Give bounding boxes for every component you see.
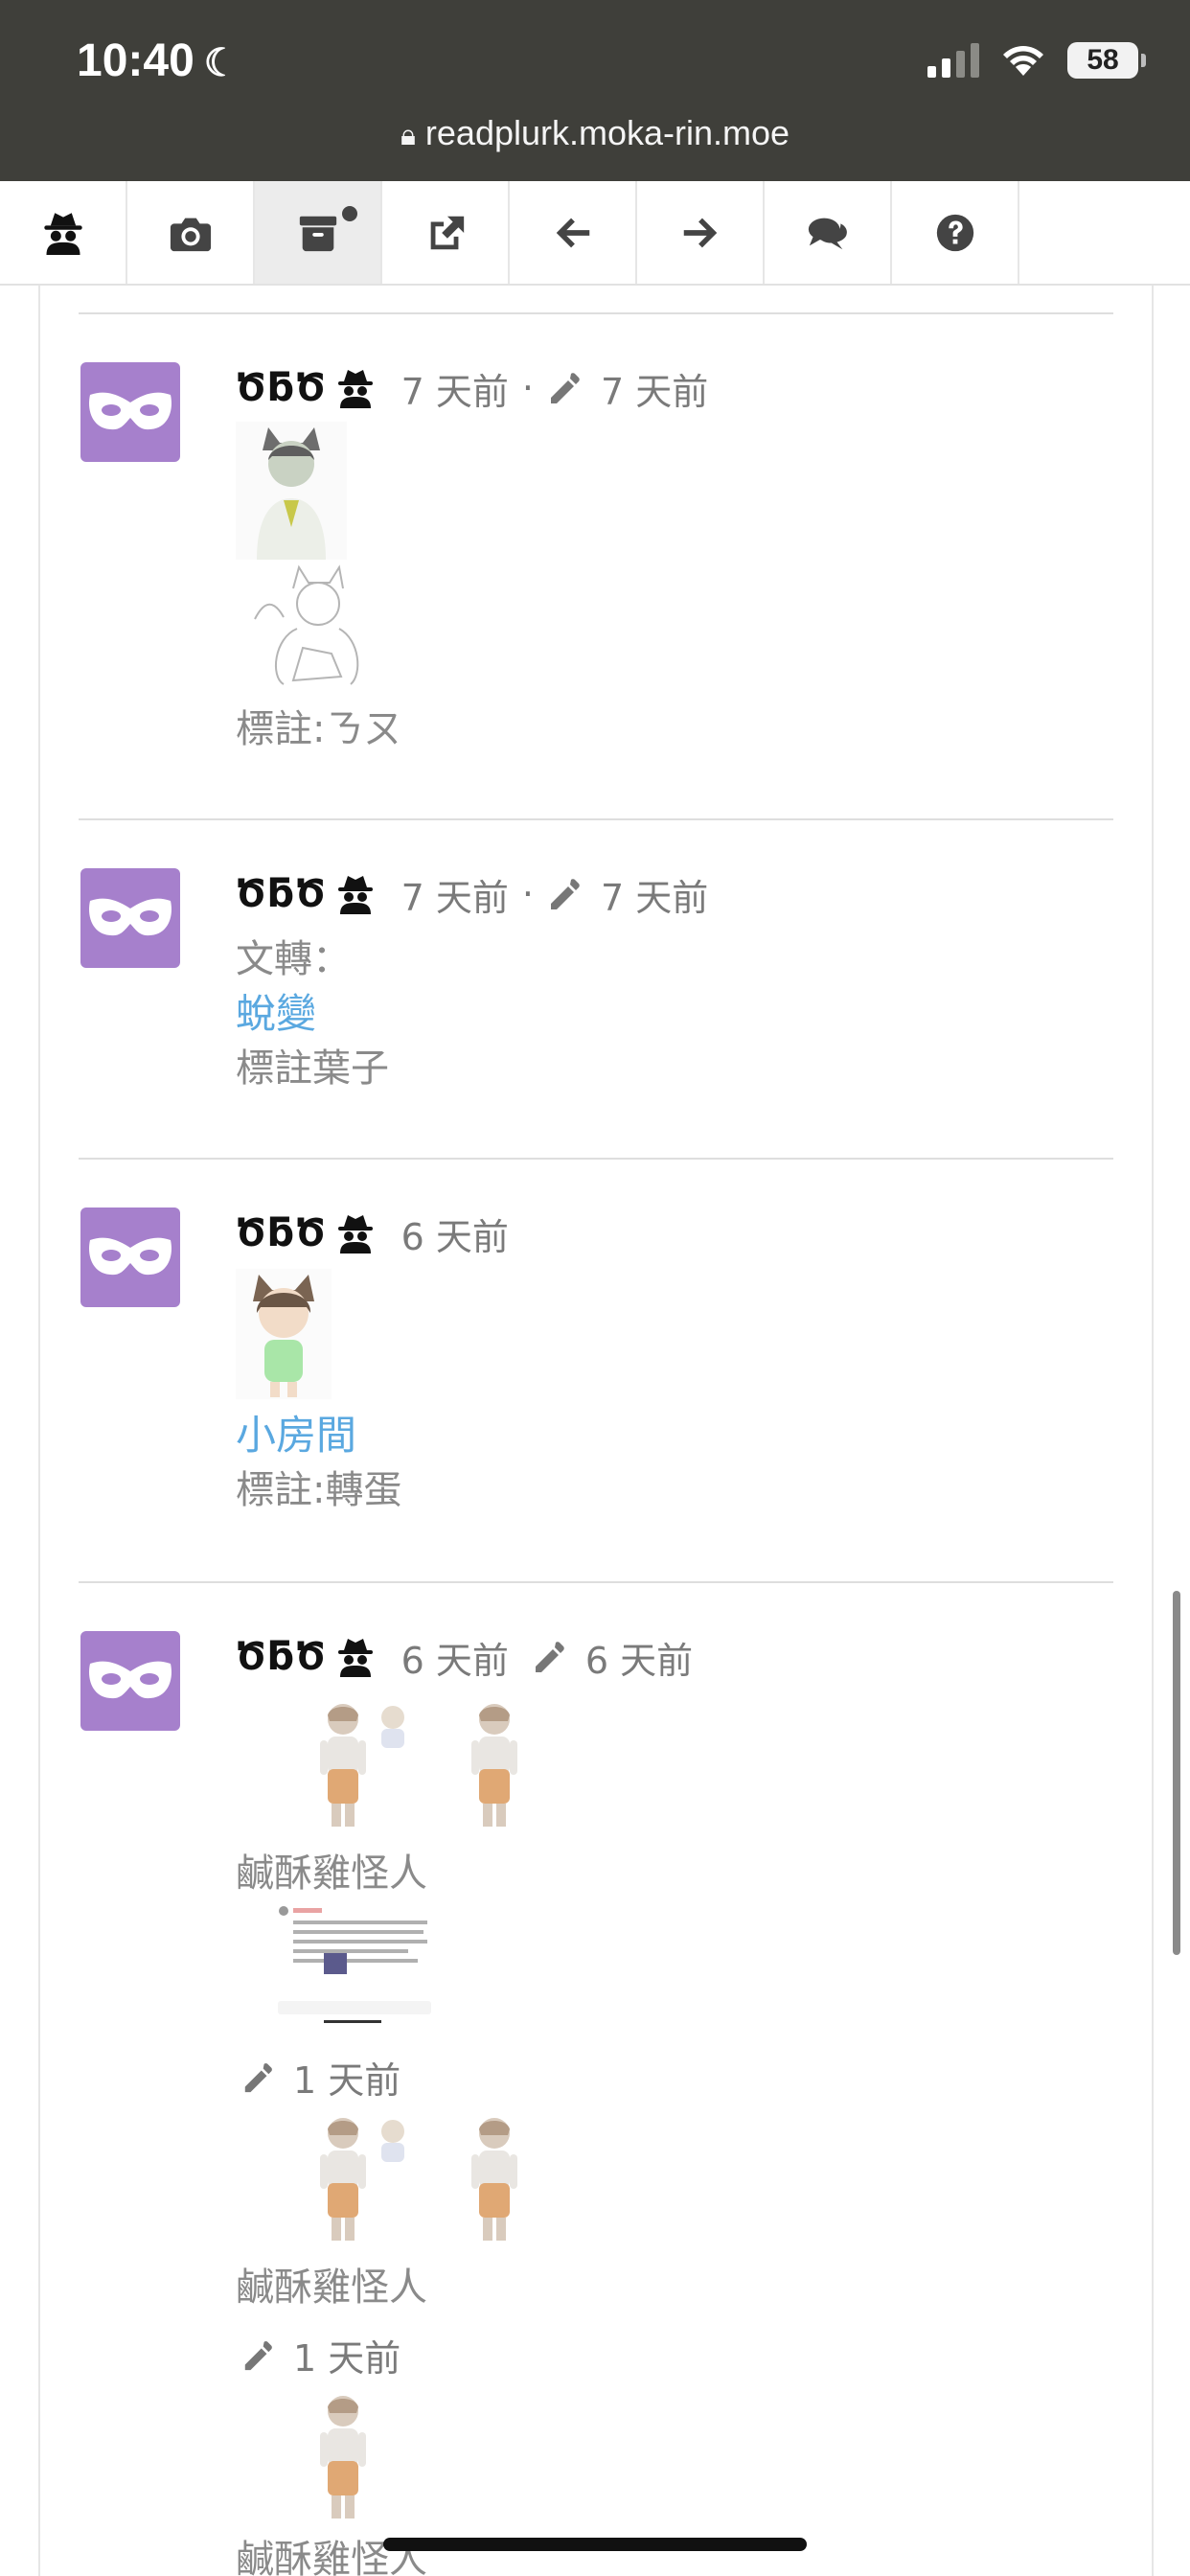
post-text: 標註:ㄋㄡ [236, 707, 402, 751]
post-divider [79, 1158, 1113, 1160]
archive-icon [299, 216, 336, 251]
status-time-text: 10:40 [77, 35, 195, 86]
toolbar-spy-button[interactable] [0, 181, 127, 284]
toolbar-external-link-button[interactable] [382, 181, 510, 284]
username[interactable]: ԾƃԾ [236, 872, 327, 916]
comments-icon [808, 218, 847, 249]
arrow-right-icon [683, 218, 717, 247]
image-thumbnail-character[interactable] [372, 1700, 416, 1748]
post-divider [79, 818, 1113, 820]
status-indicators: 58 [927, 42, 1146, 79]
spy-icon [336, 368, 375, 408]
toolbar-help-button[interactable] [892, 181, 1019, 284]
toolbar-comments-button[interactable] [765, 181, 892, 284]
edit-history: 1 天前 [241, 2051, 400, 2104]
avatar[interactable] [80, 1631, 180, 1731]
mask-icon [86, 1658, 174, 1704]
post-text: 鹹酥雞怪人 [236, 1852, 427, 1896]
image-thumbnail-character[interactable] [236, 422, 347, 560]
spy-icon [41, 211, 85, 255]
post-time: 6 天前 [400, 1639, 509, 1682]
camera-icon [170, 218, 211, 251]
image-thumbnail-screenshot[interactable] [274, 1901, 437, 2026]
edit-history: 1 天前 [241, 2329, 400, 2381]
spy-icon [336, 1213, 375, 1254]
username[interactable]: ԾƃԾ [236, 1211, 327, 1255]
image-thumbnail-character[interactable] [314, 2112, 372, 2246]
url-bar[interactable]: 🔒︎ readplurk.moka-rin.moe [0, 113, 1190, 153]
edited-time: 7 天前 [601, 876, 709, 919]
separator-dot: · [521, 367, 534, 409]
post-header: ԾƃԾ 6 天前 6 天前 [236, 1633, 694, 1682]
image-thumbnail-sketch[interactable] [236, 562, 408, 688]
battery-level: 58 [1087, 44, 1119, 76]
post-header: ԾƃԾ 7 天前 · 7 天前 [236, 364, 709, 413]
avatar[interactable] [80, 1208, 180, 1307]
lock-icon: 🔒︎ [400, 120, 416, 151]
toolbar [0, 181, 1190, 286]
post-text: 標註:轉蛋 [236, 1468, 402, 1512]
post-text: 鹹酥雞怪人 [236, 2538, 427, 2576]
toolbar-forward-button[interactable] [637, 181, 765, 284]
avatar[interactable] [80, 868, 180, 968]
pencil-icon [532, 1640, 566, 1674]
moon-icon: ☾ [203, 42, 239, 84]
post-link[interactable]: 蛻變 [236, 981, 316, 1040]
post-text: 文轉： [236, 937, 351, 981]
url-text: readplurk.moka-rin.moe [424, 113, 790, 152]
battery-icon: 58 [1067, 42, 1146, 79]
post-time: 7 天前 [400, 876, 509, 919]
image-thumbnail-character[interactable] [466, 2112, 523, 2246]
browser-top-bar: 10:40 ☾ 58 🔒︎ readplurk.moka-rin.moe [0, 0, 1190, 181]
post-time: 6 天前 [400, 1215, 509, 1258]
post-header: ԾƃԾ 6 天前 [236, 1209, 509, 1258]
toolbar-archive-button[interactable] [255, 181, 382, 284]
image-thumbnail-character[interactable] [372, 2114, 416, 2162]
spy-icon [336, 1637, 375, 1677]
post-divider [79, 312, 1113, 314]
pencil-icon [547, 371, 582, 405]
mask-icon [86, 389, 174, 435]
toolbar-back-button[interactable] [510, 181, 637, 284]
arrow-left-icon [556, 218, 589, 247]
post-header: ԾƃԾ 7 天前 · 7 天前 [236, 870, 709, 919]
home-indicator[interactable] [383, 2538, 807, 2551]
separator-dot: · [521, 873, 534, 915]
status-time: 10:40 ☾ [77, 34, 239, 87]
edited-time: 1 天前 [293, 2059, 401, 2102]
scrollbar[interactable] [1173, 1591, 1180, 1955]
post-text: 鹹酥雞怪人 [236, 2266, 427, 2310]
username[interactable]: ԾƃԾ [236, 366, 327, 410]
spy-icon [336, 874, 375, 914]
mask-icon [86, 895, 174, 941]
wifi-icon [1003, 46, 1043, 76]
question-icon [936, 214, 973, 251]
post-time: 7 天前 [400, 370, 509, 413]
image-thumbnail-character[interactable] [466, 1698, 523, 1832]
edited-time: 7 天前 [601, 370, 709, 413]
avatar[interactable] [80, 362, 180, 462]
pencil-icon [547, 877, 582, 911]
post-divider [79, 1581, 1113, 1583]
notification-dot [342, 206, 357, 221]
post-link[interactable]: 小房間 [236, 1403, 356, 1461]
toolbar-camera-button[interactable] [127, 181, 255, 284]
plurk-timeline: ԾƃԾ 7 天前 · 7 天前 標註:ㄋㄡ ԾƃԾ 7 天前 · 7 天前 文轉… [38, 286, 1154, 2576]
username[interactable]: ԾƃԾ [236, 1635, 327, 1679]
post-text: 標註葉子 [236, 1046, 389, 1091]
pencil-icon [241, 2061, 274, 2094]
pencil-icon [241, 2339, 274, 2372]
cellular-signal-icon [927, 43, 979, 78]
edited-time: 1 天前 [293, 2337, 401, 2380]
external-link-icon [430, 216, 464, 249]
image-thumbnail-character[interactable] [314, 1698, 372, 1832]
mask-icon [86, 1234, 174, 1280]
image-thumbnail-character[interactable] [314, 2390, 372, 2524]
image-thumbnail-character[interactable] [236, 1269, 332, 1399]
edited-time: 6 天前 [584, 1639, 694, 1682]
